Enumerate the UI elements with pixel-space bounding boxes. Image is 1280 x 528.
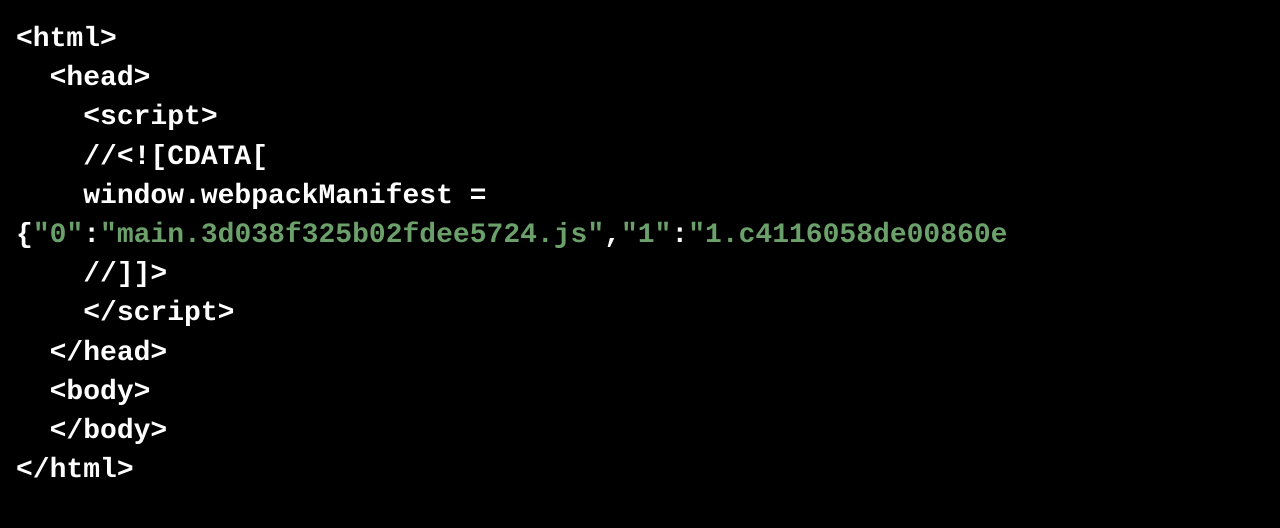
json-val-0: "main.3d038f325b02fdee5724.js" <box>100 220 604 251</box>
script-close-tag: </script> <box>16 298 234 329</box>
colon-0: : <box>83 220 100 251</box>
brace-open: { <box>16 220 33 251</box>
body-close-tag: </body> <box>16 416 167 447</box>
html-open-tag: <html> <box>16 24 117 55</box>
head-open-tag: <head> <box>16 63 150 94</box>
head-close-tag: </head> <box>16 338 167 369</box>
script-open-tag: <script> <box>16 102 218 133</box>
body-open-tag: <body> <box>16 377 150 408</box>
manifest-assignment: window.webpackManifest = <box>16 181 486 212</box>
cdata-close: //]]> <box>16 259 167 290</box>
html-close-tag: </html> <box>16 455 134 486</box>
json-key-0: "0" <box>33 220 83 251</box>
json-key-1: "1" <box>621 220 671 251</box>
code-snippet: <html> <head> <script> //<![CDATA[ windo… <box>16 20 1264 490</box>
cdata-open: //<![CDATA[ <box>16 142 268 173</box>
comma-0: , <box>604 220 621 251</box>
colon-1: : <box>671 220 688 251</box>
json-val-1-partial: "1.c4116058de00860e <box>688 220 1007 251</box>
